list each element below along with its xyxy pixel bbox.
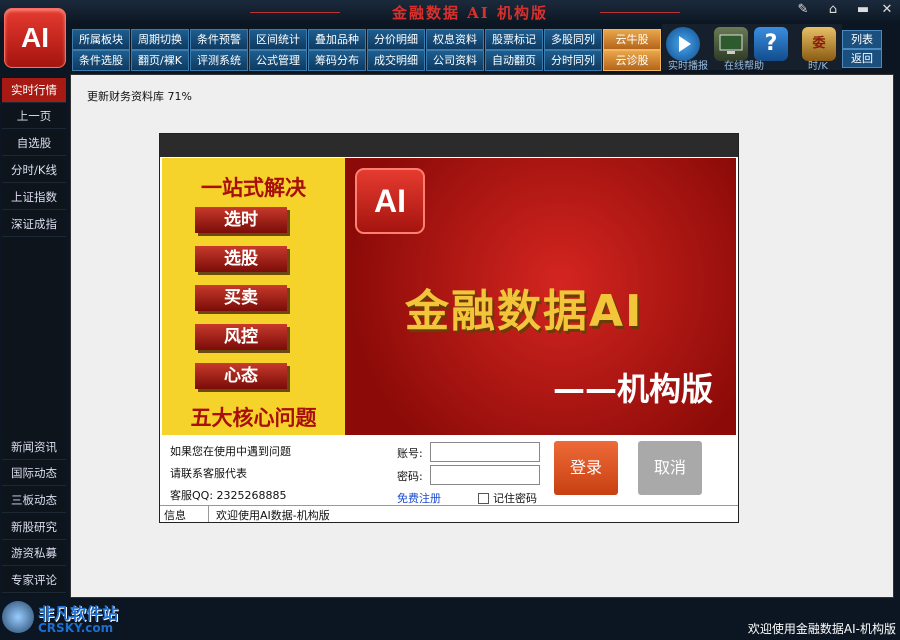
support-qq: 客服QQ: 2325268885 bbox=[170, 489, 287, 502]
sidebar-item-private-funds[interactable]: 游资私募 bbox=[2, 541, 66, 566]
password-label: 密码: bbox=[397, 470, 423, 483]
menu-row-2: 条件选股 翻页/裸K 评测系统 公式管理 筹码分布 成交明细 公司资料 自动翻页… bbox=[72, 49, 662, 71]
ai-badge-logo: AI bbox=[355, 168, 425, 234]
cancel-button[interactable]: 取消 bbox=[638, 441, 702, 495]
window-title: 金融数据 AI 机构版 bbox=[391, 4, 549, 22]
menu-item[interactable]: 公式管理 bbox=[249, 50, 307, 71]
toolbar-label-help: 在线帮助 bbox=[724, 61, 764, 72]
menu-item-cloud[interactable]: 云牛股 bbox=[603, 29, 661, 50]
sidebar-item-watchlist[interactable]: 自选股 bbox=[2, 131, 66, 156]
app-logo: AI bbox=[4, 8, 66, 68]
sidebar-item-prev-page[interactable]: 上一页 bbox=[2, 104, 66, 129]
banner-right-panel: AI 金融数据AI ——机构版 bbox=[345, 158, 736, 435]
menu-item[interactable]: 分时同列 bbox=[544, 50, 602, 71]
remember-label: 记住密码 bbox=[493, 492, 537, 505]
banner-slogan: 一站式解决 bbox=[201, 176, 306, 200]
title-bar: 金融数据 AI 机构版 ✎ ⌂ ▬ ✕ bbox=[0, 0, 900, 24]
banner-left-panel: 一站式解决 选时 选股 买卖 风控 心态 五大核心问题 bbox=[162, 158, 345, 435]
info-bar: 信息 欢迎使用AI数据-机构版 bbox=[160, 505, 738, 522]
menu-item[interactable]: 评测系统 bbox=[190, 50, 248, 71]
login-button[interactable]: 登录 bbox=[554, 441, 618, 495]
toolbar-icons: ? 委 实时播报 在线帮助 时/K bbox=[662, 24, 842, 72]
info-message: 欢迎使用AI数据-机构版 bbox=[216, 509, 330, 522]
menu-item[interactable]: 自动翻页 bbox=[485, 50, 543, 71]
register-link[interactable]: 免费注册 bbox=[397, 490, 441, 506]
toolbar-label-broadcast: 实时播报 bbox=[668, 61, 708, 72]
banner: 一站式解决 选时 选股 买卖 风控 心态 五大核心问题 AI 金融数据AI ——… bbox=[162, 158, 736, 435]
menu-item[interactable]: 筹码分布 bbox=[308, 50, 366, 71]
status-message: 欢迎使用金融数据AI-机构版 bbox=[747, 622, 896, 636]
menu-item[interactable]: 翻页/裸K bbox=[131, 50, 189, 71]
sidebar-item-ipo[interactable]: 新股研究 bbox=[2, 515, 66, 540]
minimize-button[interactable]: ▬ bbox=[852, 1, 874, 19]
banner-edition: ——机构版 bbox=[553, 370, 714, 408]
sidebar-item-timeshare-k[interactable]: 分时/K线 bbox=[2, 158, 66, 183]
sidebar-item-expert[interactable]: 专家评论 bbox=[2, 568, 66, 593]
account-label: 账号: bbox=[397, 447, 423, 460]
help-text-2: 请联系客服代表 bbox=[170, 467, 247, 480]
menu-row-1: 所属板块 周期切换 条件预警 区间统计 叠加品种 分价明细 权息资料 股票标记 … bbox=[72, 28, 662, 50]
title-left-rule bbox=[250, 12, 340, 13]
menu-item[interactable]: 区间统计 bbox=[249, 29, 307, 50]
banner-core-text: 五大核心问题 bbox=[190, 406, 317, 430]
login-area: 如果您在使用中遇到问题 请联系客服代表 客服QQ: 2325268885 账号:… bbox=[162, 435, 736, 505]
back-button[interactable]: 返回 bbox=[842, 49, 882, 68]
monitor-icon[interactable] bbox=[714, 27, 748, 61]
banner-tag-trade: 买卖 bbox=[195, 285, 287, 311]
main-workarea: 更新财务资料库 71% 一站式解决 选时 选股 买卖 风控 心态 五大核心问题 … bbox=[70, 74, 894, 598]
progress-text: 更新财务资料库 71% bbox=[87, 90, 192, 103]
banner-tag-timing: 选时 bbox=[195, 207, 287, 233]
toolbar-label-timek: 时/K bbox=[808, 61, 828, 72]
menu-bar: 所属板块 周期切换 条件预警 区间统计 叠加品种 分价明细 权息资料 股票标记 … bbox=[72, 28, 662, 71]
sidebar-item-third-board[interactable]: 三板动态 bbox=[2, 488, 66, 513]
menu-item[interactable]: 股票标记 bbox=[485, 29, 543, 50]
watermark: 非凡软件站 CRSKY.com bbox=[2, 598, 152, 640]
title-right-rule bbox=[600, 12, 680, 13]
menu-item[interactable]: 权息资料 bbox=[426, 29, 484, 50]
menu-item[interactable]: 成交明细 bbox=[367, 50, 425, 71]
menu-item[interactable]: 条件预警 bbox=[190, 29, 248, 50]
menu-item[interactable]: 叠加品种 bbox=[308, 29, 366, 50]
list-button[interactable]: 列表 bbox=[842, 30, 882, 49]
watermark-url: CRSKY.com bbox=[38, 621, 114, 635]
play-glyph bbox=[679, 36, 691, 52]
sidebar-item-realtime[interactable]: 实时行情 bbox=[2, 78, 66, 103]
menu-item[interactable]: 所属板块 bbox=[72, 29, 130, 50]
sidebar-item-news[interactable]: 新闻资讯 bbox=[2, 435, 66, 460]
banner-tag-mindset: 心态 bbox=[195, 363, 287, 389]
close-button[interactable]: ✕ bbox=[876, 1, 898, 19]
menu-item[interactable]: 周期切换 bbox=[131, 29, 189, 50]
menu-item[interactable]: 条件选股 bbox=[72, 50, 130, 71]
login-dialog: 一站式解决 选时 选股 买卖 风控 心态 五大核心问题 AI 金融数据AI ——… bbox=[159, 133, 739, 523]
banner-brand: 金融数据AI bbox=[405, 286, 644, 337]
dialog-header bbox=[160, 134, 738, 157]
password-input[interactable] bbox=[430, 465, 540, 485]
sidebar-item-intl[interactable]: 国际动态 bbox=[2, 461, 66, 486]
info-label: 信息 bbox=[164, 509, 186, 522]
remember-password[interactable]: 记住密码 bbox=[478, 490, 537, 506]
home-icon[interactable]: ⌂ bbox=[822, 1, 844, 19]
help-icon[interactable]: ? bbox=[754, 27, 788, 61]
menu-item-cloud[interactable]: 云诊股 bbox=[603, 50, 661, 71]
status-bar: 非凡软件站 CRSKY.com 欢迎使用金融数据AI-机构版 bbox=[0, 598, 900, 640]
sidebar-item-sh-index[interactable]: 上证指数 bbox=[2, 185, 66, 210]
menu-item[interactable]: 分价明细 bbox=[367, 29, 425, 50]
menu-item[interactable]: 公司资料 bbox=[426, 50, 484, 71]
play-icon[interactable] bbox=[666, 27, 700, 61]
book-icon[interactable]: 委 bbox=[802, 27, 836, 61]
remember-checkbox[interactable] bbox=[478, 492, 489, 504]
watermark-logo bbox=[2, 601, 34, 633]
wrench-icon[interactable]: ✎ bbox=[792, 1, 814, 19]
info-separator bbox=[208, 506, 209, 522]
menu-item[interactable]: 多股同列 bbox=[544, 29, 602, 50]
help-text-1: 如果您在使用中遇到问题 bbox=[170, 445, 291, 458]
banner-tag-stock-pick: 选股 bbox=[195, 246, 287, 272]
sidebar: 实时行情 上一页 自选股 分时/K线 上证指数 深证成指 新闻资讯 国际动态 三… bbox=[2, 76, 66, 596]
account-input[interactable] bbox=[430, 442, 540, 462]
banner-tag-risk: 风控 bbox=[195, 324, 287, 350]
monitor-glyph bbox=[719, 34, 743, 54]
sidebar-item-sz-index[interactable]: 深证成指 bbox=[2, 212, 66, 237]
